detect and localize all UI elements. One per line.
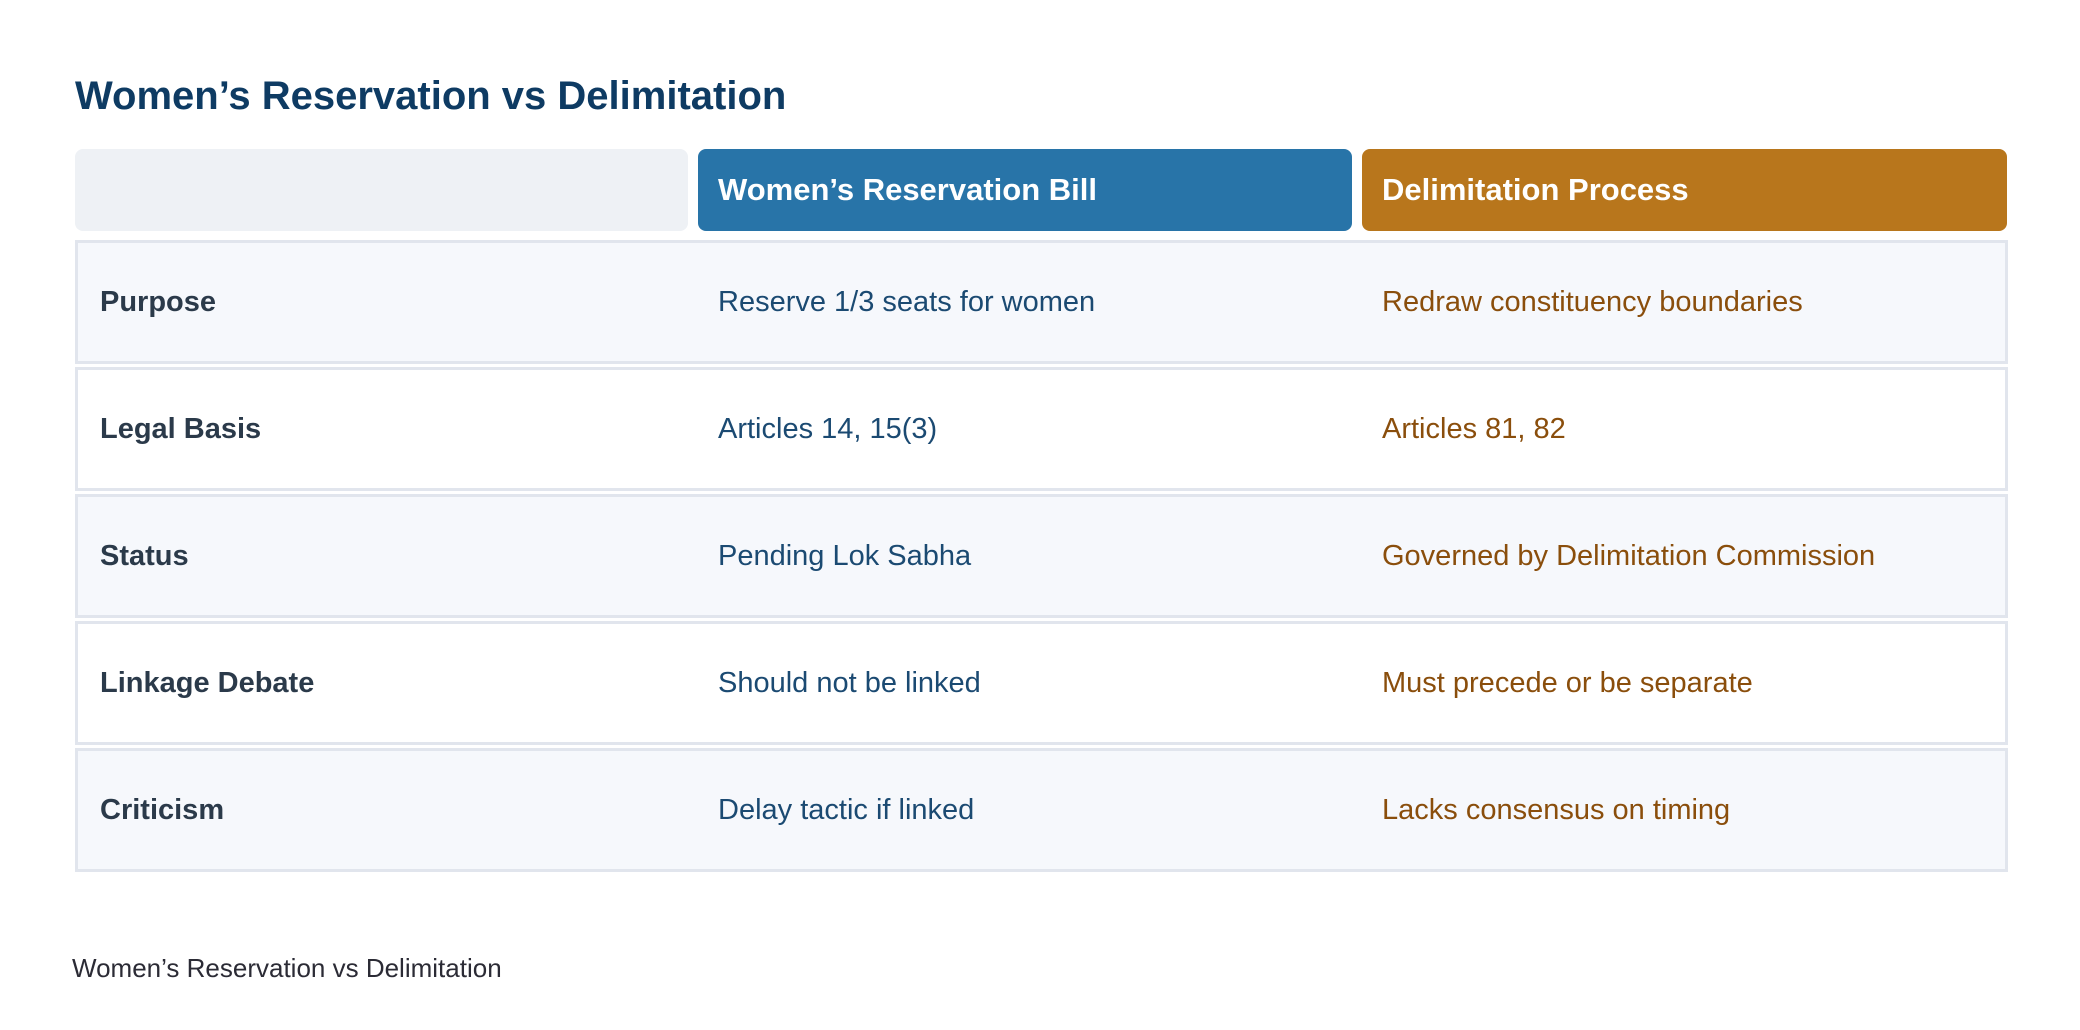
table-row: Purpose Reserve 1/3 seats for women Redr… — [75, 240, 2008, 364]
delimitation-cell: Governed by Delimitation Commission — [1382, 539, 1876, 572]
delimitation-cell: Must precede or be separate — [1382, 666, 1753, 699]
bill-cell: Delay tactic if linked — [718, 793, 975, 826]
header-delimitation-process: Delimitation Process — [1362, 149, 2007, 231]
header-blank-cell — [75, 149, 688, 231]
bill-cell: Should not be linked — [718, 666, 981, 699]
page-title: Women’s Reservation vs Delimitation — [75, 74, 787, 118]
table-row: Status Pending Lok Sabha Governed by Del… — [75, 494, 2008, 618]
bill-cell: Pending Lok Sabha — [718, 539, 972, 572]
row-label: Purpose — [100, 285, 217, 318]
row-label: Criticism — [100, 793, 225, 826]
bill-cell: Reserve 1/3 seats for women — [718, 285, 1096, 318]
header-womens-reservation-bill: Women’s Reservation Bill — [698, 149, 1352, 231]
row-label: Linkage Debate — [100, 666, 315, 699]
table-row: Legal Basis Articles 14, 15(3) Articles … — [75, 367, 2008, 491]
row-label: Status — [100, 539, 189, 572]
delimitation-cell: Redraw constituency boundaries — [1382, 285, 1803, 318]
bill-cell: Articles 14, 15(3) — [718, 412, 938, 445]
delimitation-cell: Articles 81, 82 — [1382, 412, 1566, 445]
delimitation-cell: Lacks consensus on timing — [1382, 793, 1731, 826]
row-label: Legal Basis — [100, 412, 262, 445]
figure-caption: Women’s Reservation vs Delimitation — [72, 953, 502, 983]
table-row: Criticism Delay tactic if linked Lacks c… — [75, 748, 2008, 872]
table-row: Linkage Debate Should not be linked Must… — [75, 621, 2008, 745]
